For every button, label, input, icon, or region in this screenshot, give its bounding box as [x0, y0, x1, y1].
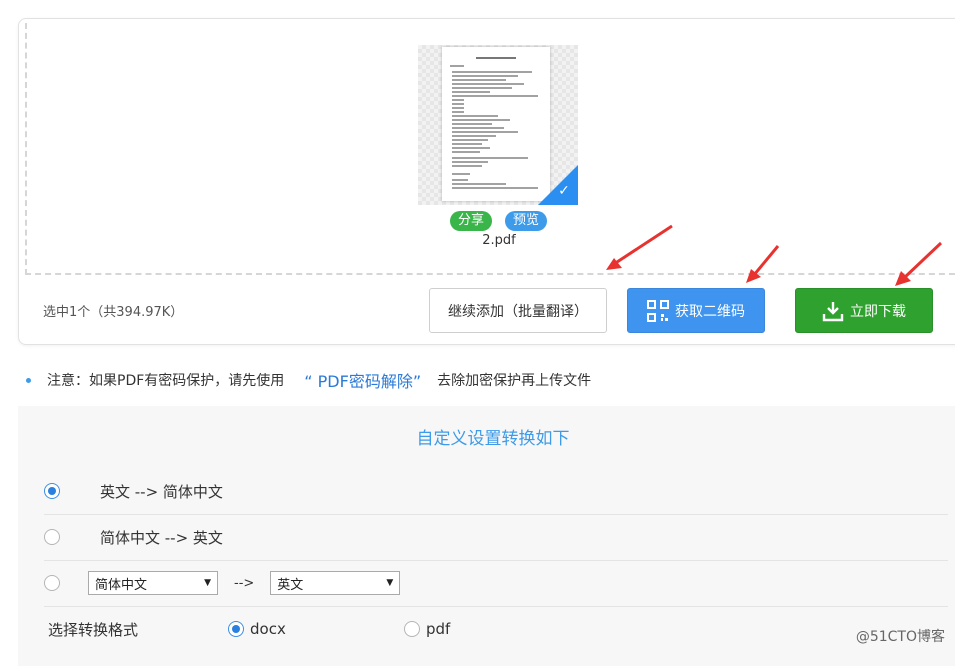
format-docx-label: docx	[250, 620, 286, 638]
password-notice: 注意：如果PDF有密码保护，请先使用 “ PDF密码解除” 去除加密保护再上传文…	[26, 368, 591, 392]
download-icon	[822, 300, 844, 322]
download-now-label: 立即下载	[850, 303, 906, 320]
settings-title: 自定义设置转换如下	[416, 429, 570, 449]
radio-format-pdf[interactable]	[404, 621, 420, 637]
option-zh-to-en[interactable]: 简体中文 --> 英文	[44, 514, 948, 561]
document-preview	[442, 47, 550, 201]
selection-status: 选中1个（共394.97K）	[43, 305, 184, 320]
get-qr-code-button[interactable]: 获取二维码	[627, 288, 765, 333]
target-language-value: 英文	[277, 577, 304, 593]
target-language-select[interactable]: 英文 ▼	[270, 571, 401, 595]
notice-suffix: 去除加密保护再上传文件	[437, 373, 592, 389]
source-language-select[interactable]: 简体中文 ▼	[88, 571, 218, 595]
option-label: 简体中文 --> 英文	[100, 528, 223, 547]
radio-custom[interactable]	[44, 575, 60, 591]
radio-zh-to-en[interactable]	[44, 529, 60, 545]
upload-panel: ✓ 分享 预览 2.pdf 选中1个（共394.97K） 继续添加（批量翻译） …	[18, 18, 955, 345]
option-en-to-zh[interactable]: 英文 --> 简体中文	[44, 468, 948, 515]
watermark: @51CTO博客	[855, 629, 945, 645]
conversion-settings: 自定义设置转换如下 英文 --> 简体中文 简体中文 --> 英文 简体中文 ▼…	[18, 406, 955, 666]
option-label: 英文 --> 简体中文	[100, 482, 223, 501]
pdf-unlock-link[interactable]: “ PDF密码解除”	[304, 368, 421, 392]
format-row: 选择转换格式 docx pdf	[44, 606, 948, 652]
check-icon: ✓	[558, 183, 570, 199]
source-language-value: 简体中文	[95, 577, 148, 593]
get-qr-code-label: 获取二维码	[675, 303, 745, 320]
language-arrow: -->	[234, 575, 255, 591]
dropdown-caret-icon: ▼	[386, 578, 394, 588]
radio-en-to-zh[interactable]	[44, 483, 60, 499]
download-now-button[interactable]: 立即下载	[795, 288, 933, 333]
share-button[interactable]: 分享	[450, 211, 492, 231]
continue-add-label: 继续添加（批量翻译）	[448, 303, 588, 320]
notice-prefix: 注意：如果PDF有密码保护，请先使用	[47, 373, 285, 389]
option-custom-language[interactable]: 简体中文 ▼ --> 英文 ▼	[44, 560, 948, 607]
preview-button[interactable]: 预览	[505, 211, 547, 231]
radio-format-docx[interactable]	[228, 621, 244, 637]
file-name: 2.pdf	[482, 233, 516, 248]
file-thumbnail[interactable]: ✓	[418, 45, 578, 205]
bullet-icon	[26, 377, 31, 383]
continue-add-button[interactable]: 继续添加（批量翻译）	[429, 288, 607, 333]
qr-code-icon	[647, 299, 669, 322]
format-label: 选择转换格式	[48, 620, 139, 639]
format-pdf-label: pdf	[426, 620, 451, 638]
dropdown-caret-icon: ▼	[204, 578, 211, 588]
